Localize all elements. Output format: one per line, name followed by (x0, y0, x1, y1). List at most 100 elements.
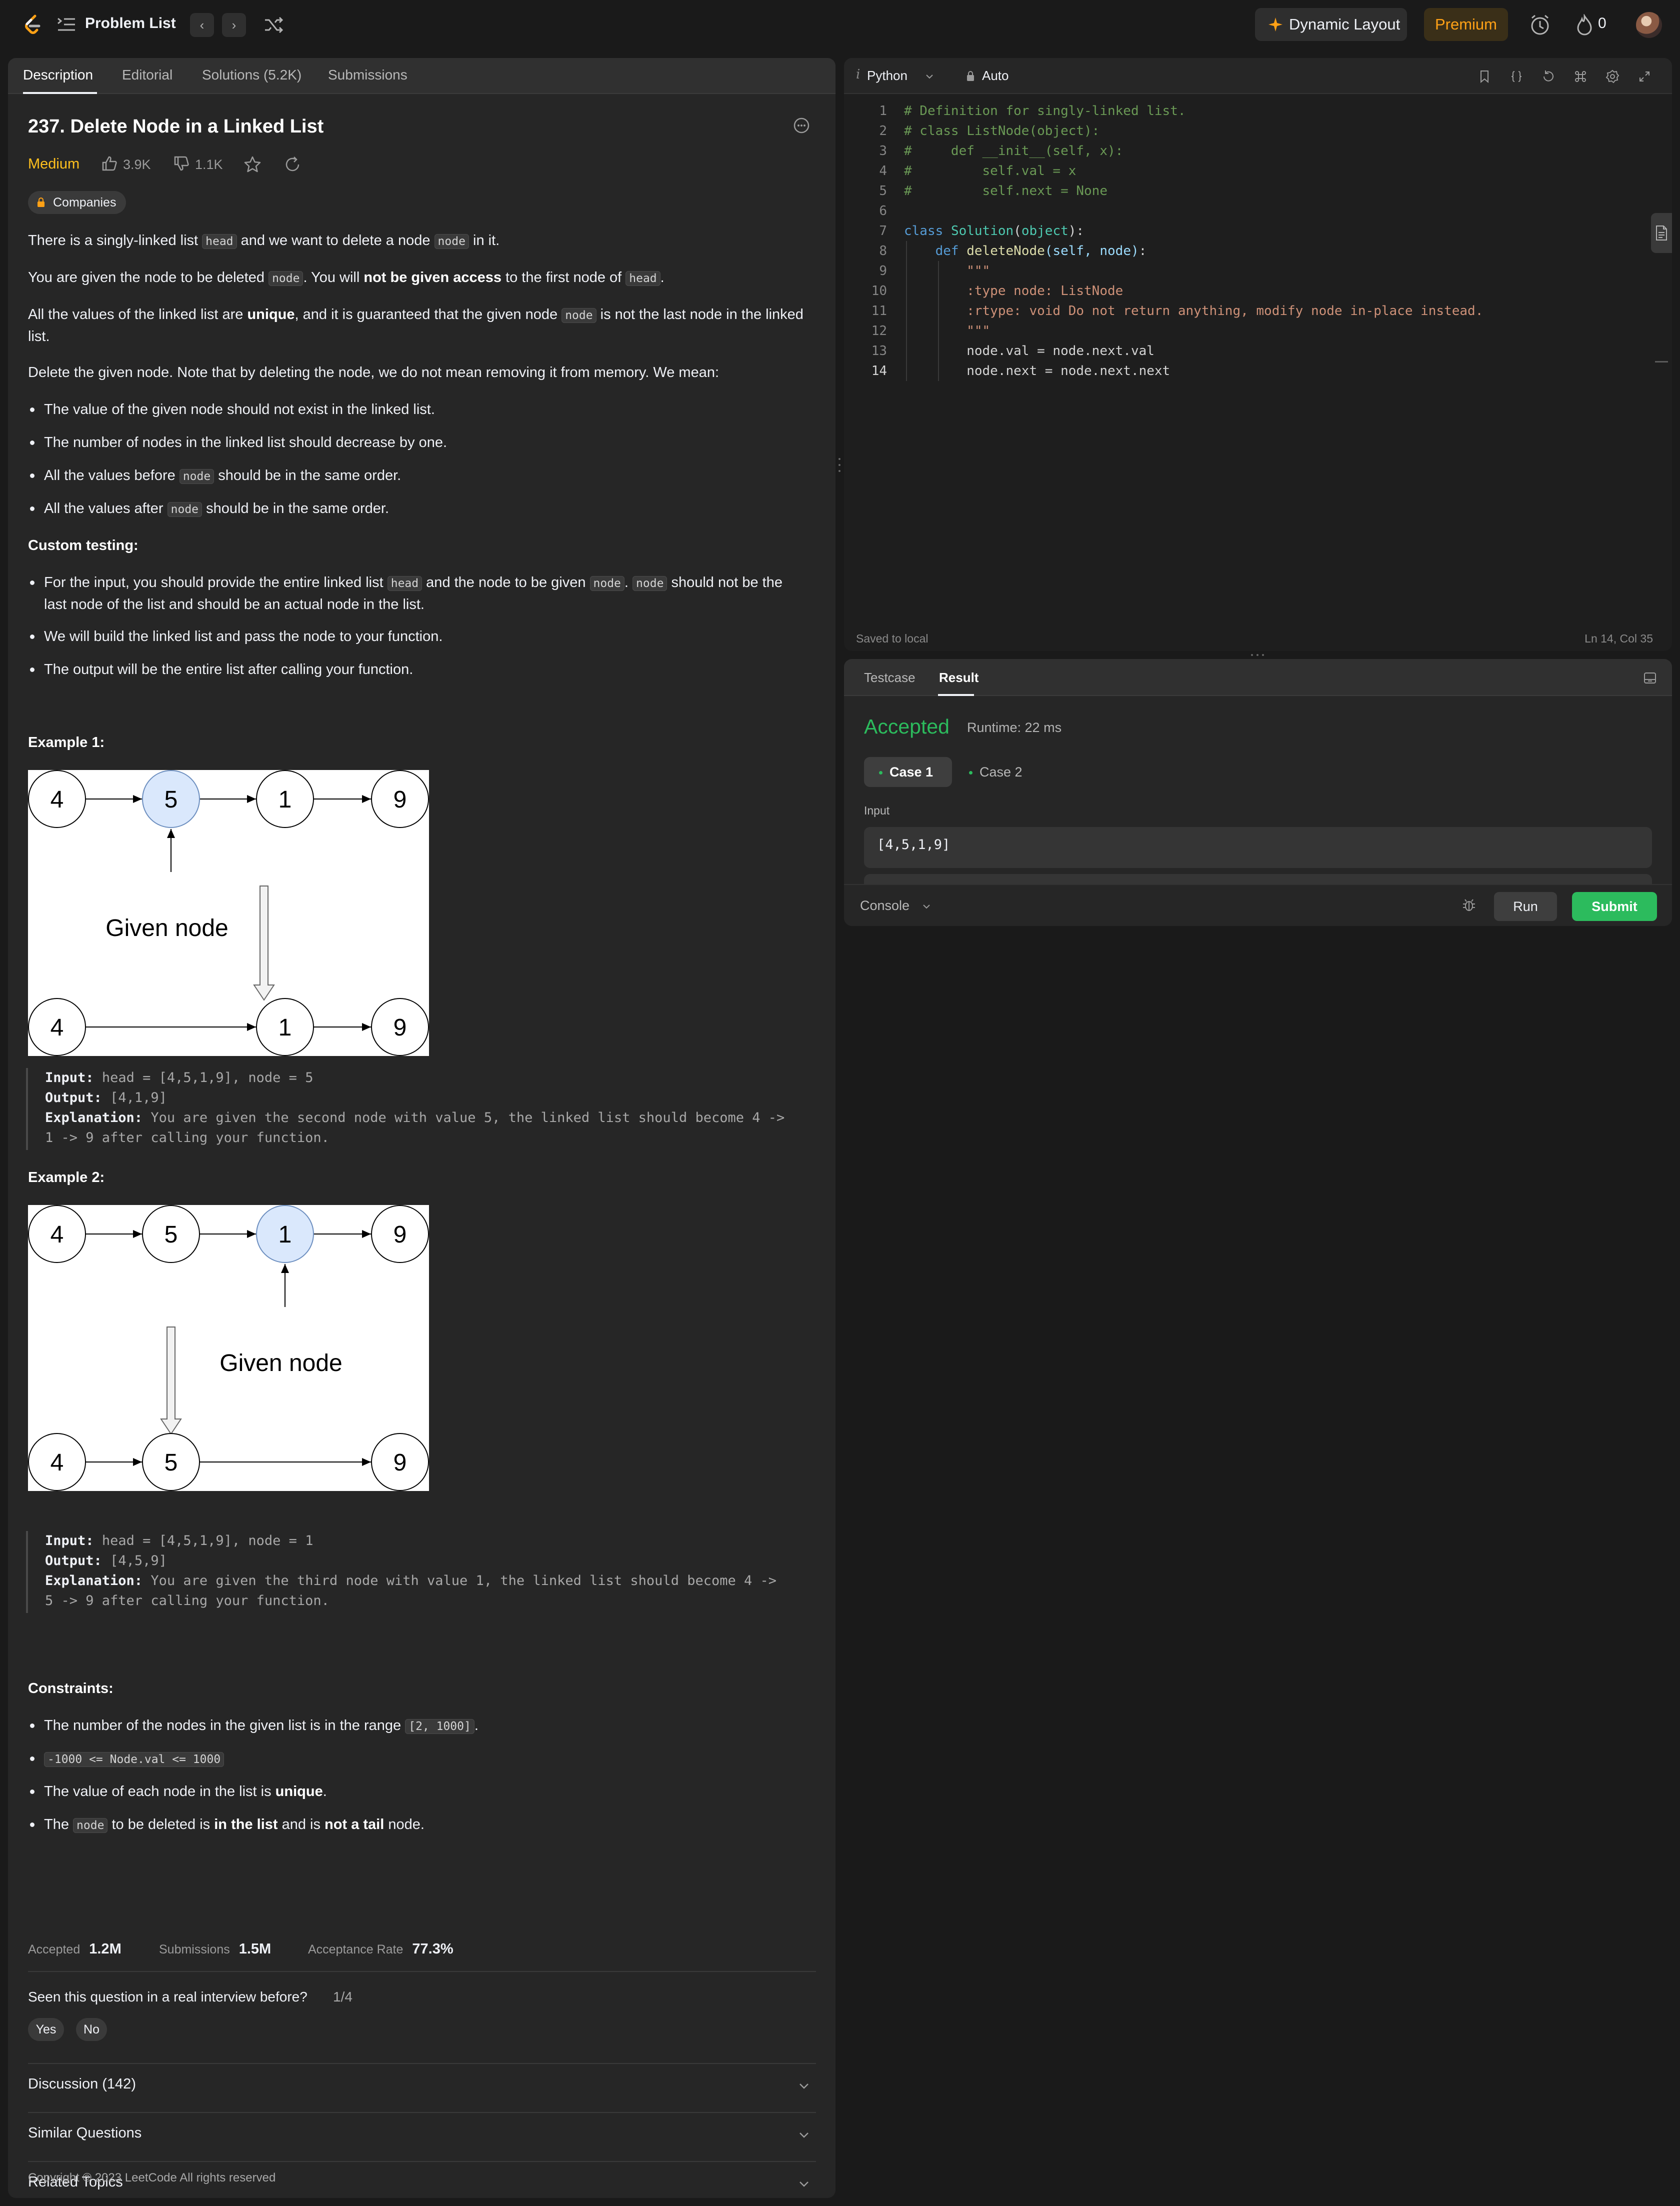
input-value-box: [4,5,1,9] (864, 827, 1652, 868)
format-braces-icon[interactable] (1509, 69, 1524, 84)
node-value: 1 (278, 786, 292, 813)
code-line: 9 """ (879, 264, 990, 278)
code-line: 14 node.next = node.next.next (871, 364, 1170, 378)
node-value: 9 (394, 1222, 407, 1248)
sparkle-icon (1268, 18, 1282, 32)
note-icon (1656, 226, 1667, 240)
pass-dot (969, 771, 972, 775)
premium-button[interactable]: Premium (1424, 8, 1508, 41)
similar-questions-accordion[interactable]: Similar Questions (28, 2125, 816, 2145)
submit-button[interactable]: Submit (1572, 892, 1657, 921)
node-value: 5 (164, 786, 178, 813)
horizontal-resize-handle[interactable] (1249, 653, 1266, 657)
tab-testcase[interactable]: Testcase (864, 670, 916, 686)
shuffle-icon[interactable] (263, 15, 284, 35)
companies-tag[interactable]: Companies (28, 191, 126, 214)
bookmark-icon[interactable] (1477, 69, 1492, 84)
code-line: 5 # self.next = None (879, 184, 1108, 198)
given-node-label: Given node (220, 1350, 342, 1376)
node-value: 1 (278, 1014, 292, 1041)
code-line: 12 """ (871, 324, 990, 338)
example2-diagram: 4 5 1 9 4 5 9 Given node (28, 1205, 429, 1491)
custom-testing-item: For the input, you should provide the en… (30, 572, 794, 615)
indent-guide (938, 261, 939, 381)
run-button[interactable]: Run (1494, 892, 1557, 921)
description-p2: You are given the node to be deleted nod… (28, 270, 664, 286)
share-icon[interactable] (283, 155, 302, 174)
autocomplete-mode[interactable]: Auto (982, 68, 1009, 84)
interview-no-button[interactable]: No (76, 2018, 107, 2041)
like-count: 3.9K (123, 157, 151, 172)
tab-editorial[interactable]: Editorial (122, 67, 172, 83)
case-1-tab[interactable]: Case 1 (864, 757, 952, 787)
node-value: 9 (394, 786, 407, 813)
chevron-down-icon[interactable] (924, 71, 935, 82)
accepted-stat: Accepted 1.2M (28, 1941, 122, 1957)
side-notes-tab[interactable] (1651, 213, 1672, 253)
given-node-label: Given node (106, 915, 228, 942)
problem-title: 237. Delete Node in a Linked List (28, 116, 324, 137)
dynamic-layout-button[interactable]: Dynamic Layout (1255, 8, 1407, 41)
vertical-resize-handle[interactable] (837, 455, 842, 475)
input-value: [4,5,1,9] (877, 837, 950, 852)
result-status: Accepted (864, 715, 950, 738)
language-select[interactable]: Python (867, 68, 908, 84)
chevron-down-icon (923, 904, 930, 909)
user-avatar[interactable] (1636, 12, 1662, 38)
next-problem-button[interactable]: › (222, 13, 246, 37)
custom-testing-heading: Custom testing: (28, 538, 138, 554)
tab-description[interactable]: Description (23, 67, 93, 83)
tab-result[interactable]: Result (939, 670, 978, 686)
cursor-position: Ln 14, Col 35 (1584, 632, 1653, 645)
description-p1: There is a singly-linked list head and w… (28, 232, 500, 249)
requirement-item: All the values before node should be in … (30, 465, 794, 487)
editor-toolbar: i Python Auto (844, 58, 1672, 94)
constraint-item: The number of the nodes in the given lis… (30, 1715, 794, 1737)
streak-count: 0 (1598, 15, 1606, 32)
node-value: 4 (50, 1222, 64, 1248)
settings-gear-icon[interactable] (1605, 69, 1620, 84)
dislike-count: 1.1K (195, 157, 223, 172)
code-line: 8 def deleteNode(self, node): (879, 244, 1147, 258)
fullscreen-icon[interactable] (1637, 69, 1652, 84)
discussion-accordion[interactable]: Discussion (142) (28, 2076, 816, 2096)
code-line: 6 (879, 204, 887, 218)
example1-block: Input: head = [4,5,1,9], node = 5 Output… (26, 1068, 836, 1150)
result-panel: Testcase Result Accepted Runtime: 22 ms … (844, 659, 1672, 926)
reset-icon[interactable] (1541, 69, 1556, 84)
leetcode-logo-icon[interactable] (20, 13, 44, 37)
fire-streak-icon[interactable] (1576, 14, 1593, 36)
thumbs-down-icon (174, 156, 189, 171)
divider (28, 2063, 816, 2064)
interview-yes-button[interactable]: Yes (28, 2018, 64, 2041)
console-bar: Console Run Submit (844, 884, 1672, 926)
console-toggle[interactable]: Console (860, 898, 930, 914)
description-p4: Delete the given node. Note that by dele… (28, 364, 720, 380)
chevron-down-icon (800, 2084, 808, 2089)
tab-solutions[interactable]: Solutions (5.2K) (202, 67, 302, 83)
problem-list-icon[interactable] (56, 16, 76, 34)
prev-problem-button[interactable]: ‹ (190, 13, 214, 37)
more-options-icon[interactable] (793, 117, 810, 134)
collapse-panel-icon[interactable] (1643, 671, 1657, 685)
case-2-tab[interactable]: Case 2 (965, 757, 1040, 787)
node-value: 9 (394, 1450, 407, 1476)
example2-heading: Example 2: (28, 1170, 105, 1186)
result-tabs: Testcase Result (844, 659, 1672, 696)
scroll-marker (1655, 361, 1668, 362)
language-info-icon: i (856, 67, 860, 82)
saved-status: Saved to local (856, 632, 928, 645)
runtime: Runtime: 22 ms (967, 720, 1062, 735)
description-panel: Description Editorial Solutions (5.2K) S… (8, 58, 836, 2198)
problem-list-link[interactable]: Problem List (85, 15, 176, 32)
debug-bug-icon[interactable] (1461, 897, 1477, 913)
lock-icon (967, 71, 974, 81)
shortcuts-icon[interactable] (1573, 69, 1588, 84)
dynamic-layout-label: Dynamic Layout (1289, 16, 1400, 33)
requirement-item: All the values after node should be in t… (30, 498, 794, 520)
star-favorite-icon[interactable] (243, 155, 262, 174)
divider (28, 2112, 816, 2113)
tab-submissions[interactable]: Submissions (328, 67, 408, 83)
node-value: 4 (50, 1014, 64, 1041)
alarm-clock-icon[interactable] (1529, 13, 1551, 37)
